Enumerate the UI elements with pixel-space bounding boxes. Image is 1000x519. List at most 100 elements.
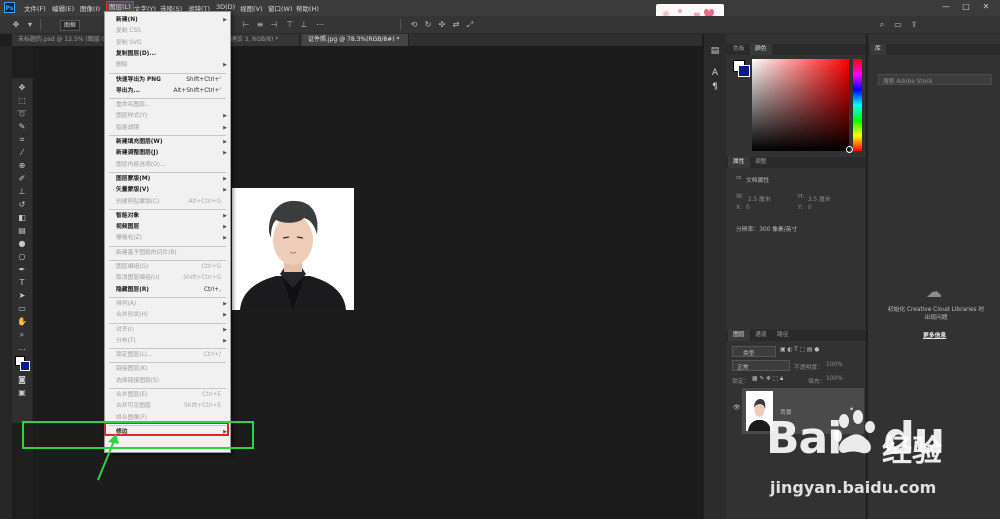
align-center-icon[interactable]: ≡ bbox=[254, 19, 266, 30]
menu-item[interactable]: 编辑(E) bbox=[52, 3, 74, 13]
menu-item-shortcut: Shift+Ctrl+' bbox=[186, 76, 221, 83]
menu-item[interactable]: 窗口(W) bbox=[268, 3, 293, 13]
layer-kind-filter[interactable]: 类型 bbox=[732, 346, 776, 357]
path-select-tool-icon[interactable]: ➤ bbox=[15, 290, 29, 301]
clone-stamp-tool-icon[interactable]: ⊥ bbox=[15, 186, 29, 197]
eyedropper-tool-icon[interactable]: ⁄ bbox=[15, 147, 29, 158]
zoom-tool-icon[interactable]: ⌕ bbox=[15, 329, 29, 340]
tab-adjustments[interactable]: 调整 bbox=[750, 157, 772, 168]
eraser-tool-icon[interactable]: ◧ bbox=[15, 212, 29, 223]
tab-layers[interactable]: 图层 bbox=[728, 330, 750, 341]
minimize-button[interactable]: — bbox=[940, 2, 952, 12]
width-value[interactable]: 2.5 厘米 bbox=[748, 194, 771, 203]
lock-icons[interactable]: ▦ ✎ ✥ ⬚ 🔒︎ bbox=[752, 376, 783, 383]
height-label: H: bbox=[798, 194, 805, 200]
align-top-icon[interactable]: ⊤ bbox=[284, 19, 296, 30]
submenu-arrow-icon: ▶ bbox=[223, 113, 227, 120]
layer-menu-item: 删除 ▶ bbox=[105, 60, 230, 71]
maximize-button[interactable]: □ bbox=[960, 2, 972, 12]
visibility-eye-icon[interactable]: 👁︎ bbox=[733, 405, 740, 411]
libraries-search[interactable]: 搜索 Adobe Stock bbox=[878, 74, 992, 85]
tab-paths[interactable]: 路径 bbox=[772, 330, 794, 341]
layer-menu-item[interactable]: 新建填充图层(W) ▶ bbox=[105, 137, 230, 148]
share-icon[interactable]: ⇪ bbox=[908, 19, 920, 30]
tab-libraries[interactable]: 库 bbox=[870, 44, 886, 55]
fill-value[interactable]: 100% bbox=[826, 376, 843, 382]
auto-select-dropdown[interactable]: 图框 bbox=[60, 20, 81, 31]
layer-menu-item: 对齐(I) ▶ bbox=[105, 325, 230, 336]
height-value[interactable]: 3.5 厘米 bbox=[808, 194, 831, 203]
id-photo-portrait[interactable] bbox=[232, 188, 354, 310]
menu-item[interactable]: 文件(F) bbox=[24, 3, 46, 13]
shape-tool-icon[interactable]: ▭ bbox=[15, 303, 29, 314]
healing-brush-tool-icon[interactable]: ⊕ bbox=[15, 160, 29, 171]
lasso-tool-icon[interactable]: ➰ bbox=[15, 108, 29, 119]
color-picker-cursor[interactable] bbox=[846, 146, 853, 153]
x-value[interactable]: 0 bbox=[746, 205, 750, 211]
character-icon[interactable]: A bbox=[709, 68, 721, 78]
type-tool-icon[interactable]: T bbox=[15, 277, 29, 288]
3d-mode-icon[interactable]: ⟲ bbox=[408, 19, 420, 30]
more-tools-icon[interactable]: … bbox=[15, 342, 29, 353]
quick-mask-icon[interactable]: ◙ bbox=[15, 374, 29, 385]
3d-scale-icon[interactable]: ⤢ bbox=[464, 19, 476, 30]
search-icon[interactable]: ⌕ bbox=[876, 19, 888, 30]
layer-menu-item[interactable]: 图层蒙版(M) ▶ bbox=[105, 174, 230, 185]
blur-tool-icon[interactable]: ● bbox=[15, 238, 29, 249]
move-tool-icon[interactable]: ✥ bbox=[10, 19, 22, 30]
3d-rotate-icon[interactable]: ↻ bbox=[422, 19, 434, 30]
y-value[interactable]: 0 bbox=[808, 205, 812, 211]
menu-item-label: 图层样式(Y) bbox=[116, 113, 148, 120]
pen-tool-icon[interactable]: ✒ bbox=[15, 264, 29, 275]
history-icon[interactable]: ▤ bbox=[709, 46, 721, 56]
tab-color[interactable]: 颜色 bbox=[750, 44, 772, 55]
crop-tool-icon[interactable]: ⌗ bbox=[15, 134, 29, 145]
menu-item[interactable]: 帮助(H) bbox=[296, 3, 319, 13]
more-info-link[interactable]: 更多信息 bbox=[923, 330, 946, 339]
layer-menu-item[interactable]: 隐藏图层(R) Ctrl+, bbox=[105, 285, 230, 296]
layer-menu-item[interactable]: 视频图层 ▶ bbox=[105, 222, 230, 233]
layer-menu-item[interactable]: 导出为... Alt+Shift+Ctrl+' bbox=[105, 86, 230, 97]
align-right-icon[interactable]: ⊣ bbox=[268, 19, 280, 30]
distribute-icon[interactable]: ⋯ bbox=[314, 19, 326, 30]
3d-pan-icon[interactable]: ✣ bbox=[436, 19, 448, 30]
background-swatch[interactable] bbox=[738, 65, 750, 77]
brush-tool-icon[interactable]: ✐ bbox=[15, 173, 29, 184]
layer-filter-icons[interactable]: ▣ ◐ T ⬚ ▤ ● bbox=[780, 347, 819, 353]
gradient-tool-icon[interactable]: ▤ bbox=[15, 225, 29, 236]
quick-select-tool-icon[interactable]: ✎ bbox=[15, 121, 29, 132]
layer-menu-item[interactable]: 复制图层(D)... bbox=[105, 49, 230, 60]
background-color-swatch[interactable] bbox=[20, 361, 30, 371]
color-picker-field[interactable] bbox=[752, 59, 849, 151]
move-tool-icon[interactable]: ✥ bbox=[15, 82, 29, 93]
dodge-tool-icon[interactable]: ○ bbox=[15, 251, 29, 262]
dropdown-icon[interactable]: ▾ bbox=[24, 19, 36, 30]
tab-document-1[interactable]: 未标题的.psd @ 12.5% (图层 0, ... bbox=[12, 34, 115, 46]
menu-item[interactable]: 图像(I) bbox=[80, 3, 100, 13]
blend-mode-dropdown[interactable]: 正常 bbox=[732, 360, 790, 371]
3d-slide-icon[interactable]: ⇄ bbox=[450, 19, 462, 30]
workspace-icon[interactable]: ▭ bbox=[892, 19, 904, 30]
screen-mode-icon[interactable]: ▣ bbox=[15, 387, 29, 398]
align-left-icon[interactable]: ⊢ bbox=[240, 19, 252, 30]
layer-menu-item[interactable]: 矢量蒙版(V) ▶ bbox=[105, 185, 230, 196]
menu-item-label: 合并形状(H) bbox=[116, 312, 149, 319]
menu-item[interactable]: 3D(D) bbox=[216, 3, 235, 11]
tab-properties[interactable]: 属性 bbox=[728, 157, 750, 168]
layer-menu-item[interactable]: 新建调整图层(J) ▶ bbox=[105, 148, 230, 159]
tab-channels[interactable]: 通道 bbox=[750, 330, 772, 341]
opacity-value[interactable]: 100% bbox=[826, 362, 843, 368]
layer-menu-item[interactable]: 快速导出为 PNG Shift+Ctrl+' bbox=[105, 75, 230, 86]
close-button[interactable]: ✕ bbox=[980, 2, 992, 12]
layer-menu-item[interactable]: 智能对象 ▶ bbox=[105, 211, 230, 222]
hue-slider[interactable] bbox=[853, 59, 862, 151]
marquee-tool-icon[interactable]: ⬚ bbox=[15, 95, 29, 106]
layer-menu-item[interactable]: 新建(N) ▶ bbox=[105, 15, 230, 26]
menu-item[interactable]: 视图(V) bbox=[240, 3, 263, 13]
paragraph-icon[interactable]: ¶ bbox=[709, 82, 721, 92]
hand-tool-icon[interactable]: ✋ bbox=[15, 316, 29, 327]
align-middle-icon[interactable]: ⊥ bbox=[298, 19, 310, 30]
tab-swatches[interactable]: 色板 bbox=[728, 44, 750, 55]
history-brush-tool-icon[interactable]: ↺ bbox=[15, 199, 29, 210]
tab-id-photo[interactable]: 证件照.jpg @ 78.3%(RGB/8#) * bbox=[302, 34, 409, 46]
